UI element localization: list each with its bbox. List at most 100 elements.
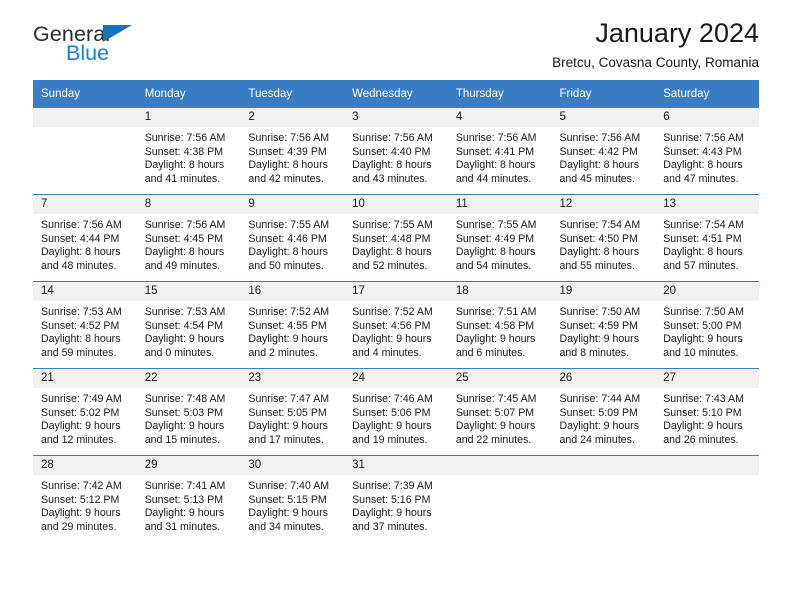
day-cell-content: 23 Sunrise: 7:47 AM Sunset: 5:05 PM Dayligh…	[240, 369, 345, 455]
daylight-text-line1: Daylight: 9 hours	[248, 420, 328, 433]
calendar-day-cell[interactable]: 27 Sunrise: 7:43 AM Sunset: 5:10 PM Dayligh…	[655, 368, 759, 456]
sunrise-text: Sunrise: 7:56 AM	[559, 132, 641, 144]
calendar-day-cell[interactable]: 16 Sunrise: 7:52 AM Sunset: 4:55 PM Dayligh…	[240, 281, 345, 369]
sunset-text: Sunset: 5:13 PM	[144, 493, 224, 506]
calendar-day-cell[interactable]: 8 Sunrise: 7:56 AM Sunset: 4:45 PM Daylight…	[136, 194, 241, 282]
day-number: 30	[240, 456, 345, 475]
calendar-day-cell[interactable]: 11 Sunrise: 7:55 AM Sunset: 4:49 PM Dayligh…	[447, 194, 552, 282]
weekday-header-saturday: Saturday	[655, 80, 759, 108]
day-cell-content: 17 Sunrise: 7:52 AM Sunset: 4:56 PM Dayligh…	[344, 282, 448, 368]
sunrise-text: Sunrise: 7:54 AM	[559, 219, 641, 231]
sunset-text: Sunset: 5:00 PM	[663, 319, 742, 332]
sunset-text: Sunset: 4:59 PM	[559, 319, 638, 332]
calendar-day-cell[interactable]: 6 Sunrise: 7:56 AM Sunset: 4:43 PM Daylight…	[655, 108, 759, 195]
daylight-text-line2: and 26 minutes.	[663, 433, 739, 446]
daylight-text-line2: and 24 minutes.	[559, 433, 635, 446]
calendar-day-cell[interactable]: 22 Sunrise: 7:48 AM Sunset: 5:03 PM Dayligh…	[136, 368, 241, 456]
sunset-text: Sunset: 5:09 PM	[559, 406, 638, 419]
calendar-day-cell[interactable]: 30 Sunrise: 7:40 AM Sunset: 5:15 PM Dayligh…	[240, 455, 345, 542]
calendar-day-cell[interactable]: 19 Sunrise: 7:50 AM Sunset: 4:59 PM Dayligh…	[551, 281, 656, 369]
sunrise-text: Sunrise: 7:39 AM	[352, 480, 433, 492]
sunset-text: Sunset: 4:52 PM	[41, 319, 120, 332]
day-number: 27	[655, 369, 759, 388]
day-info: Sunrise: 7:45 AM Sunset: 5:07 PM Daylight:…	[448, 388, 552, 447]
day-info: Sunrise: 7:50 AM Sunset: 5:00 PM Daylight:…	[655, 301, 759, 360]
daylight-text-line1: Daylight: 9 hours	[248, 333, 328, 346]
calendar-day-cell[interactable]: 10 Sunrise: 7:55 AM Sunset: 4:48 PM Dayligh…	[344, 194, 448, 282]
day-number: 20	[655, 282, 759, 301]
daylight-text-line1: Daylight: 8 hours	[559, 246, 640, 259]
sunrise-text: Sunrise: 7:55 AM	[455, 219, 537, 231]
day-number: 6	[655, 108, 759, 127]
day-cell-content: 25 Sunrise: 7:45 AM Sunset: 5:07 PM Dayligh…	[447, 369, 552, 455]
sunrise-text: Sunrise: 7:56 AM	[248, 132, 330, 144]
day-info: Sunrise: 7:43 AM Sunset: 5:10 PM Daylight:…	[655, 388, 759, 447]
day-cell-content: 3 Sunrise: 7:56 AM Sunset: 4:40 PM Daylight…	[344, 108, 448, 194]
daylight-text-line2: and 52 minutes.	[352, 259, 428, 272]
sunrise-text: Sunrise: 7:56 AM	[455, 132, 537, 144]
calendar-day-cell[interactable]: 25 Sunrise: 7:45 AM Sunset: 5:07 PM Dayligh…	[447, 368, 552, 456]
day-cell-content: 18 Sunrise: 7:51 AM Sunset: 4:58 PM Dayligh…	[447, 282, 552, 368]
calendar-table: Sunday Monday Tuesday Wednesday Thursday…	[33, 80, 759, 542]
calendar-day-cell[interactable]: 2 Sunrise: 7:56 AM Sunset: 4:39 PM Daylight…	[240, 108, 345, 195]
sunset-text: Sunset: 4:51 PM	[663, 232, 742, 245]
day-info	[655, 475, 759, 480]
calendar-day-cell[interactable]: 24 Sunrise: 7:46 AM Sunset: 5:06 PM Dayligh…	[344, 368, 448, 456]
daylight-text-line2: and 55 minutes.	[559, 259, 635, 272]
calendar-day-cell[interactable]: 28 Sunrise: 7:42 AM Sunset: 5:12 PM Dayligh…	[33, 455, 137, 542]
calendar-day-cell[interactable]: 17 Sunrise: 7:52 AM Sunset: 4:56 PM Dayligh…	[344, 281, 448, 369]
calendar-day-cell[interactable]: 26 Sunrise: 7:44 AM Sunset: 5:09 PM Dayligh…	[551, 368, 656, 456]
calendar-day-cell[interactable]: 7 Sunrise: 7:56 AM Sunset: 4:44 PM Daylight…	[33, 194, 137, 282]
calendar-day-cell[interactable]: 9 Sunrise: 7:55 AM Sunset: 4:46 PM Daylight…	[240, 194, 345, 282]
daylight-text-line2: and 12 minutes.	[41, 433, 117, 446]
daylight-text-line1: Daylight: 9 hours	[663, 420, 743, 433]
weekday-header-monday: Monday	[136, 80, 241, 108]
calendar-day-cell[interactable]: 15 Sunrise: 7:53 AM Sunset: 4:54 PM Dayligh…	[136, 281, 241, 369]
sunset-text: Sunset: 5:02 PM	[41, 406, 120, 419]
day-cell-content: 29 Sunrise: 7:41 AM Sunset: 5:13 PM Dayligh…	[136, 456, 241, 542]
day-cell-content: 6 Sunrise: 7:56 AM Sunset: 4:43 PM Daylight…	[655, 108, 759, 194]
sunset-text: Sunset: 4:42 PM	[559, 145, 638, 158]
calendar-day-cell[interactable]: 4 Sunrise: 7:56 AM Sunset: 4:41 PM Daylight…	[447, 108, 552, 195]
daylight-text-line2: and 45 minutes.	[559, 172, 635, 185]
calendar-day-cell[interactable]: 5 Sunrise: 7:56 AM Sunset: 4:42 PM Daylight…	[551, 108, 656, 195]
day-number: 3	[344, 108, 448, 127]
sunset-text: Sunset: 5:05 PM	[248, 406, 327, 419]
calendar-day-cell[interactable]: 1 Sunrise: 7:56 AM Sunset: 4:38 PM Daylight…	[136, 108, 241, 195]
daylight-text-line1: Daylight: 8 hours	[352, 159, 432, 172]
sunrise-text: Sunrise: 7:40 AM	[248, 480, 330, 492]
calendar-day-cell[interactable]: 31 Sunrise: 7:39 AM Sunset: 5:16 PM Dayligh…	[344, 455, 448, 542]
sunset-text: Sunset: 4:38 PM	[144, 145, 224, 158]
day-cell-content: 14 Sunrise: 7:53 AM Sunset: 4:52 PM Dayligh…	[33, 282, 137, 368]
sunset-text: Sunset: 4:50 PM	[559, 232, 638, 245]
weekday-header-sunday: Sunday	[33, 80, 137, 108]
sunset-text: Sunset: 4:46 PM	[248, 232, 327, 245]
calendar-day-cell[interactable]: 18 Sunrise: 7:51 AM Sunset: 4:58 PM Dayligh…	[447, 281, 552, 369]
day-cell-content: 13 Sunrise: 7:54 AM Sunset: 4:51 PM Dayligh…	[655, 195, 759, 281]
calendar-empty-cell	[551, 455, 656, 542]
calendar-day-cell[interactable]: 21 Sunrise: 7:49 AM Sunset: 5:02 PM Dayligh…	[33, 368, 137, 456]
daylight-text-line1: Daylight: 9 hours	[41, 420, 121, 433]
day-number: 11	[447, 195, 552, 214]
day-cell-content: 12 Sunrise: 7:54 AM Sunset: 4:50 PM Dayligh…	[551, 195, 656, 281]
day-info: Sunrise: 7:51 AM Sunset: 4:58 PM Daylight:…	[448, 301, 552, 360]
calendar-week-row: 7 Sunrise: 7:56 AM Sunset: 4:44 PM Daylight…	[33, 194, 759, 282]
day-info: Sunrise: 7:56 AM Sunset: 4:42 PM Daylight:…	[552, 127, 656, 186]
calendar-body: 1 Sunrise: 7:56 AM Sunset: 4:38 PM Daylight…	[33, 108, 759, 542]
day-cell-content: 21 Sunrise: 7:49 AM Sunset: 5:02 PM Dayligh…	[33, 369, 137, 455]
daylight-text-line1: Daylight: 9 hours	[144, 507, 225, 520]
daylight-text-line2: and 10 minutes.	[663, 346, 739, 359]
sunrise-text: Sunrise: 7:56 AM	[144, 132, 226, 144]
calendar-day-cell[interactable]: 14 Sunrise: 7:53 AM Sunset: 4:52 PM Dayligh…	[33, 281, 137, 369]
sunrise-text: Sunrise: 7:53 AM	[41, 306, 122, 318]
calendar-day-cell[interactable]: 12 Sunrise: 7:54 AM Sunset: 4:50 PM Dayligh…	[551, 194, 656, 282]
day-info: Sunrise: 7:40 AM Sunset: 5:15 PM Daylight:…	[240, 475, 344, 534]
day-info: Sunrise: 7:55 AM Sunset: 4:49 PM Daylight:…	[448, 214, 552, 273]
calendar-day-cell[interactable]: 3 Sunrise: 7:56 AM Sunset: 4:40 PM Daylight…	[344, 108, 448, 195]
calendar-day-cell[interactable]: 20 Sunrise: 7:50 AM Sunset: 5:00 PM Dayligh…	[655, 281, 759, 369]
calendar-day-cell[interactable]: 29 Sunrise: 7:41 AM Sunset: 5:13 PM Dayligh…	[136, 455, 241, 542]
calendar-day-cell[interactable]: 13 Sunrise: 7:54 AM Sunset: 4:51 PM Dayligh…	[655, 194, 759, 282]
calendar-day-cell[interactable]: 23 Sunrise: 7:47 AM Sunset: 5:05 PM Dayligh…	[240, 368, 345, 456]
sunrise-text: Sunrise: 7:55 AM	[248, 219, 330, 231]
day-number: 7	[33, 195, 137, 214]
